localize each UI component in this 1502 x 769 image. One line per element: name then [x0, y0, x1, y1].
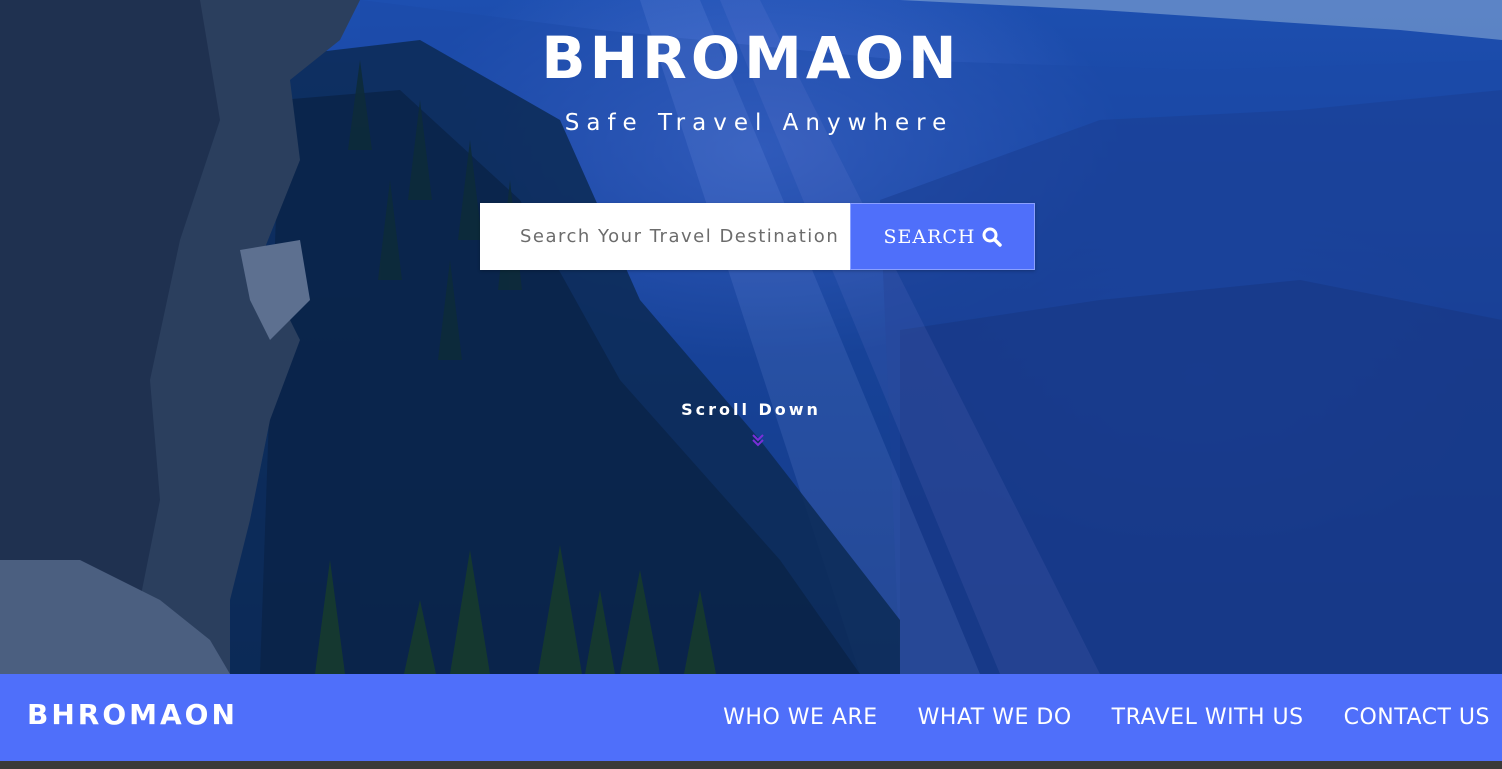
search-icon [982, 227, 1002, 247]
chevron-down-icon[interactable] [750, 432, 766, 448]
mountain-background-image [0, 0, 1502, 674]
hero-tagline: Safe Travel Anywhere [564, 110, 954, 136]
nav-links: WHO WE ARE WHAT WE DO TRAVEL WITH US CON… [723, 674, 1490, 761]
nav-link-who-we-are[interactable]: WHO WE ARE [723, 705, 878, 730]
search-button[interactable]: SEARCH [850, 203, 1035, 270]
navbar: BHROMAON WHO WE ARE WHAT WE DO TRAVEL WI… [0, 674, 1502, 761]
hero-section: BHROMAON Safe Travel Anywhere SEARCH Scr… [0, 0, 1502, 674]
nav-link-what-we-do[interactable]: WHAT WE DO [918, 705, 1072, 730]
scroll-down-link[interactable]: Scroll Down [0, 400, 1502, 419]
nav-link-contact-us[interactable]: CONTACT US [1344, 705, 1490, 730]
search-form: SEARCH [480, 203, 1035, 270]
search-button-label: SEARCH [883, 225, 976, 248]
page-bottom-strip [0, 761, 1502, 769]
search-input[interactable] [480, 203, 850, 270]
hero-title: BHROMAON [541, 24, 961, 92]
nav-logo[interactable]: BHROMAON [27, 698, 238, 731]
nav-link-travel-with-us[interactable]: TRAVEL WITH US [1112, 705, 1304, 730]
